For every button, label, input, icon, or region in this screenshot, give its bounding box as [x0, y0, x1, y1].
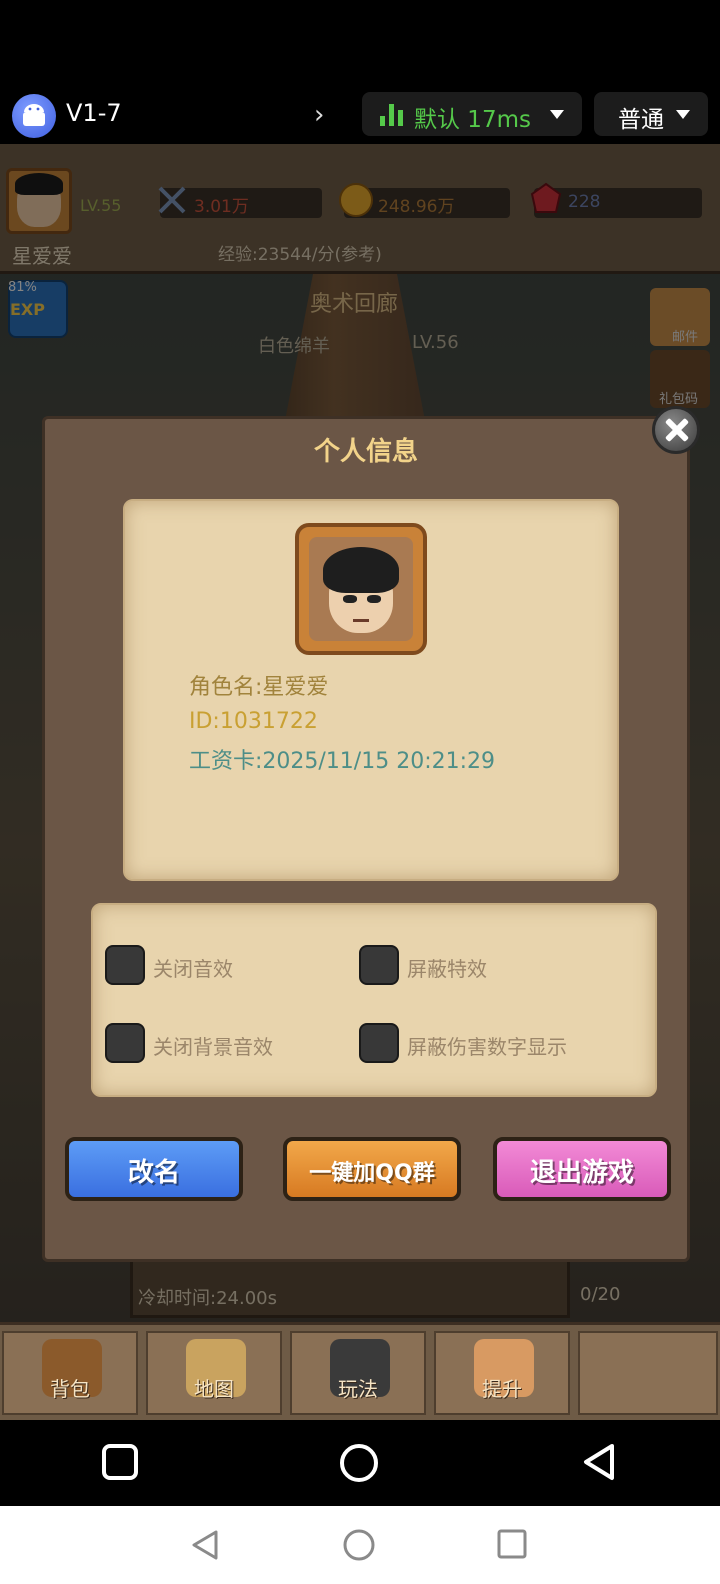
nav-gameplay[interactable]: 玩法 [290, 1331, 426, 1415]
nav-map-label: 地图 [194, 1377, 234, 1401]
mode-selector[interactable]: 普通 [594, 92, 708, 136]
overlay-toolbar: V1-7 › 默认 17ms 普通 [0, 88, 720, 144]
checkbox[interactable] [105, 1023, 145, 1063]
checkbox[interactable] [359, 945, 399, 985]
home-icon[interactable] [338, 1442, 380, 1484]
personal-info-dialog: 个人信息 角色名:星爱爱 ID:1031722 工资卡:2025/11/15 2… [42, 416, 690, 1262]
exit-game-button[interactable]: 退出游戏 [493, 1137, 671, 1201]
option-label: 屏蔽伤害数字显示 [407, 1035, 567, 1059]
nav-bag[interactable]: 背包 [2, 1331, 138, 1415]
profile-card: 角色名:星爱爱 ID:1031722 工资卡:2025/11/15 20:21:… [123, 499, 619, 881]
caret-down-icon [676, 110, 690, 119]
home-icon[interactable] [342, 1528, 376, 1562]
network-selector[interactable]: 默认 17ms [362, 92, 582, 136]
recents-icon[interactable] [496, 1528, 528, 1560]
mode-label: 普通 [618, 107, 664, 133]
nav-empty-slot [578, 1331, 718, 1415]
android-app-icon[interactable] [12, 94, 56, 138]
chevron-right-icon[interactable]: › [314, 100, 324, 130]
caret-down-icon [550, 110, 564, 119]
close-icon[interactable] [652, 406, 700, 454]
toggle-hide-damage-numbers[interactable]: 屏蔽伤害数字显示 [359, 1023, 639, 1063]
network-label: 默认 17ms [414, 107, 531, 133]
option-label: 关闭背景音效 [153, 1035, 273, 1059]
nav-upgrade-label: 提升 [482, 1377, 522, 1401]
dialog-title: 个人信息 [313, 437, 418, 467]
bottom-nav: 背包 地图 玩法 提升 [0, 1322, 720, 1420]
nav-upgrade[interactable]: 提升 [434, 1331, 570, 1415]
wage-card-date: 工资卡:2025/11/15 20:21:29 [189, 749, 496, 774]
join-qq-group-button[interactable]: 一键加QQ群 [283, 1137, 461, 1201]
app-nav-bar [0, 1420, 720, 1506]
nav-bag-label: 背包 [50, 1377, 90, 1401]
toggle-mute-bgm[interactable]: 关闭背景音效 [105, 1023, 345, 1063]
rename-button[interactable]: 改名 [65, 1137, 243, 1201]
version-label: V1-7 [66, 99, 122, 127]
signal-bars-icon [380, 104, 406, 126]
character-portrait [295, 523, 427, 655]
role-id: ID:1031722 [189, 709, 318, 734]
recents-icon[interactable] [100, 1442, 140, 1482]
toggle-hide-effects[interactable]: 屏蔽特效 [359, 945, 619, 985]
option-label: 关闭音效 [153, 957, 233, 981]
role-name: 角色名:星爱爱 [189, 675, 329, 700]
back-icon[interactable] [580, 1442, 620, 1482]
checkbox[interactable] [359, 1023, 399, 1063]
option-label: 屏蔽特效 [407, 957, 487, 981]
system-nav-bar [0, 1506, 720, 1584]
checkbox[interactable] [105, 945, 145, 985]
toggle-mute-sfx[interactable]: 关闭音效 [105, 945, 345, 985]
nav-map[interactable]: 地图 [146, 1331, 282, 1415]
settings-card: 关闭音效 屏蔽特效 关闭背景音效 屏蔽伤害数字显示 [91, 903, 657, 1097]
back-icon[interactable] [188, 1528, 222, 1562]
nav-gameplay-label: 玩法 [338, 1377, 378, 1401]
